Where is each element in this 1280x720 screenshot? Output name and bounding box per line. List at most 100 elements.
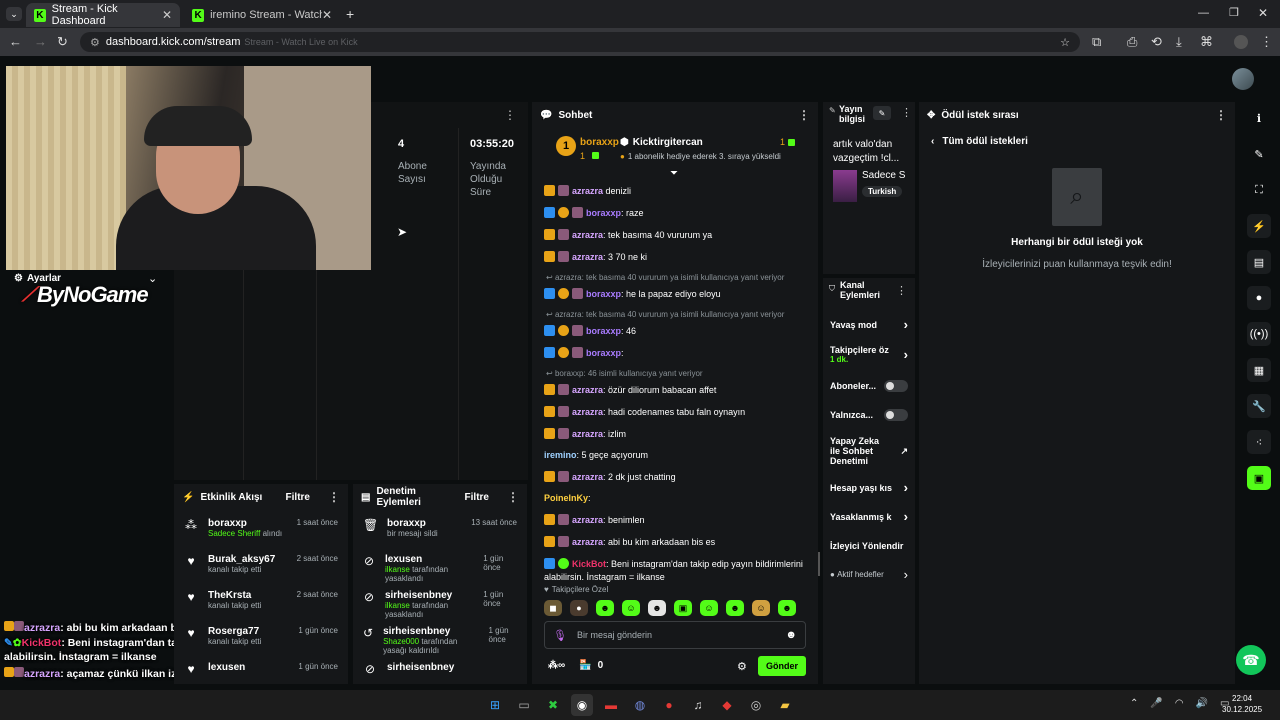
feed-item[interactable]: ⊘ sirheisenbney ilkanse tarafından yasakla… [353, 590, 527, 626]
chat-username[interactable]: azrazra [572, 537, 603, 547]
chat-username[interactable]: KickBot [572, 559, 606, 569]
moderation-filter-button[interactable]: Filtre [465, 492, 489, 503]
chat-username[interactable]: azrazra [572, 252, 603, 262]
close-tab-icon[interactable]: ✕ [162, 8, 172, 22]
emote-icon[interactable]: ☺ [622, 600, 640, 616]
subs-only-row[interactable]: Aboneler... [823, 371, 915, 400]
chat-message[interactable]: azrazra: hadi codenames tabu faln oynayı… [532, 405, 818, 419]
download-icon[interactable]: ⤓ [1176, 34, 1182, 50]
obs-icon[interactable]: ◎ [745, 694, 767, 716]
chat-icon[interactable]: ● [1247, 286, 1271, 310]
emotes-only-toggle[interactable] [884, 408, 908, 421]
bookmark-star-icon[interactable]: ☆ [1060, 36, 1070, 49]
new-tab-icon[interactable]: + [346, 6, 354, 22]
followers-only-row[interactable]: Takipçilere öz 1 dk. › [823, 339, 915, 371]
chat-message[interactable]: azrazra: benimlen [532, 513, 818, 527]
browser-menu-icon[interactable]: ⋮ [1260, 34, 1273, 50]
tab-list-icon[interactable]: ⌄ [6, 7, 22, 21]
minimize-icon[interactable]: — [1198, 7, 1209, 19]
wifi-icon[interactable]: ◠ [1175, 698, 1184, 709]
tab-kick-dashboard[interactable]: K Stream - Kick Dashboard ✕ [26, 3, 180, 27]
rewards-menu-icon[interactable]: ⋮ [1215, 108, 1227, 122]
extensions-icon[interactable]: ⧉ [1092, 34, 1101, 50]
feed-item[interactable]: ♥ Burak_aksy67 kanalı takip etti 2 saat önc… [174, 554, 348, 590]
site-info-icon[interactable]: ⚙ [90, 36, 100, 49]
wrench-icon[interactable]: 🔧 [1247, 394, 1271, 418]
cast-icon[interactable]: ⎙ [1127, 34, 1137, 50]
slow-mode-row[interactable]: Yavaş mod › [823, 310, 915, 339]
music-icon[interactable]: ♫ [687, 694, 709, 716]
store-icon[interactable]: 🏪 [579, 660, 591, 671]
emote-icon[interactable]: ☺ [700, 600, 718, 616]
chat-message[interactable]: iremino: 5 geçe açıyorum [532, 449, 818, 462]
user-avatar[interactable] [1232, 68, 1254, 90]
chat-username[interactable]: PoinelnKy [544, 493, 588, 503]
chat-username[interactable]: azrazra [572, 407, 603, 417]
layout-icon[interactable]: ▦ [1247, 358, 1271, 382]
feed-item[interactable]: ⊘ sirheisenbney [353, 662, 527, 684]
close-tab-icon[interactable]: ✕ [322, 8, 332, 22]
chat-username[interactable]: boraxxp [586, 289, 621, 299]
activity-menu-icon[interactable]: ⋮ [328, 490, 340, 504]
chat-message[interactable]: boraxxp: raze [532, 206, 818, 220]
chat-username[interactable]: boraxxp [586, 326, 621, 336]
gift-sub-icon[interactable]: ⁂∞ [548, 660, 565, 671]
feed-item[interactable]: ⊘ lexusen ilkanse tarafından yasaklandı 1 g… [353, 554, 527, 590]
chevron-down-icon[interactable]: ⌄ [148, 272, 157, 285]
close-window-icon[interactable]: ✕ [1258, 6, 1268, 20]
emote-icon[interactable]: ☻ [648, 600, 666, 616]
emote-icon[interactable]: ● [570, 600, 588, 616]
chat-menu-icon[interactable]: ⋮ [798, 108, 810, 122]
back-icon[interactable]: ← [9, 34, 22, 49]
moderation-menu-icon[interactable]: ⋮ [507, 490, 519, 504]
chat-message[interactable]: boraxxp: 46 [532, 324, 818, 338]
tab-iremino-stream[interactable]: K iremino Stream - Watch Live on ✕ [184, 3, 340, 27]
chat-username[interactable]: azrazra [572, 230, 603, 240]
emote-icon[interactable]: ☻ [726, 600, 744, 616]
reload-icon[interactable]: ↻ [57, 34, 68, 50]
preview-menu-icon[interactable]: ⋮ [504, 108, 516, 122]
subs-only-toggle[interactable] [884, 379, 908, 392]
mic-tray-icon[interactable]: 🎤 [1150, 698, 1162, 709]
chat-username[interactable]: iremino [544, 450, 577, 460]
app-icon[interactable]: ● [658, 694, 680, 716]
discord-icon[interactable]: ◍ [629, 694, 651, 716]
feed-item[interactable]: ♥ Roserga77 kanalı takip etti 1 gün önce [174, 626, 348, 662]
chat-settings-icon[interactable]: ⚙ [737, 660, 747, 673]
info-icon[interactable]: ℹ [1247, 106, 1271, 130]
emote-icon[interactable]: ☺ [752, 600, 770, 616]
chat-message[interactable]: azrazra: 2 dk just chatting [532, 470, 818, 484]
chat-message[interactable]: azrazra: abi bu kim arkadaan bis es [532, 535, 818, 549]
chat-message[interactable]: azrazra: 3 70 ne ki [532, 250, 818, 264]
chat-username[interactable]: azrazra [572, 429, 603, 439]
send-button[interactable]: Gönder [758, 656, 806, 676]
ai-moderation-row[interactable]: Yapay Zeka ile Sohbet Denetimi ↗ [823, 429, 915, 473]
feed-item[interactable]: ♥ TheKrsta kanalı takip etti 2 saat önce [174, 590, 348, 626]
chat-scrollbar[interactable] [818, 552, 820, 576]
viewer-redirect-row[interactable]: İzleyici Yönlendir [823, 531, 915, 560]
pencil-icon[interactable]: ✎ [1247, 142, 1271, 166]
emote-icon[interactable]: ☻ [596, 600, 614, 616]
chat-username[interactable]: boraxxp [586, 348, 621, 358]
account-age-row[interactable]: Hesap yaşı kıs › [823, 473, 915, 502]
history-icon[interactable]: ⟲ [1151, 34, 1162, 50]
chat-message[interactable]: azrazra: özür diliorum babacan affet [532, 383, 818, 397]
chat-username[interactable]: azrazra [572, 186, 603, 196]
app-icon[interactable]: ◆ [716, 694, 738, 716]
active-panel-icon[interactable]: ▣ [1247, 466, 1271, 490]
chat-username[interactable]: azrazra [572, 515, 603, 525]
edit-icon[interactable]: ✎ [873, 106, 891, 120]
apps-icon[interactable]: ⁖ [1247, 430, 1271, 454]
translate-icon[interactable]: ⌘ [1200, 34, 1213, 50]
lightning-icon[interactable]: ⚡ [1247, 214, 1271, 238]
support-icon[interactable]: ☎ [1236, 645, 1266, 675]
chat-message[interactable]: azrazra denizli [532, 184, 818, 198]
emote-icon[interactable]: ▣ [674, 600, 692, 616]
chat-username[interactable]: azrazra [572, 385, 603, 395]
expand-pinned-icon[interactable]: ⏷ [670, 168, 678, 179]
chat-message[interactable]: boraxxp: [532, 346, 818, 360]
all-rewards-back[interactable]: ‹ Tüm ödül istekleri [931, 136, 1028, 147]
feed-item[interactable]: ⁂ boraxxp Sadece Sheriff alındı 1 saat önce [174, 518, 348, 554]
profile-avatar[interactable] [1234, 35, 1248, 49]
chat-username[interactable]: azrazra [572, 472, 603, 482]
